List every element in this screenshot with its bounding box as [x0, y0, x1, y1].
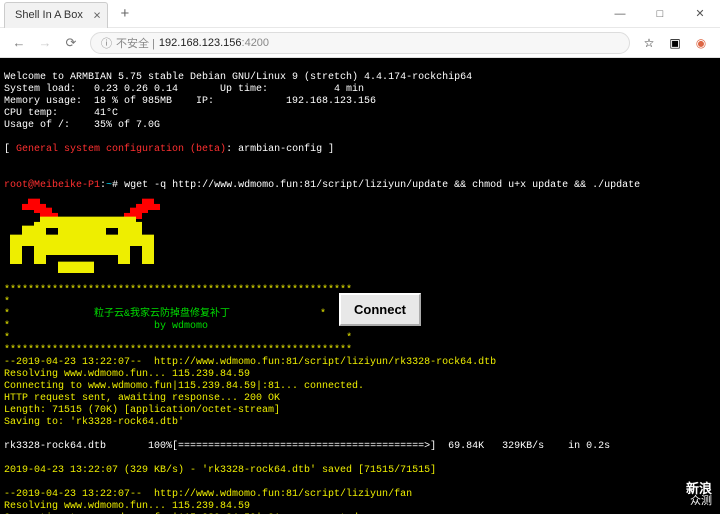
banner-stars: ****************************************… — [4, 285, 352, 296]
browser-tab[interactable]: Shell In A Box × — [4, 2, 108, 28]
watermark: 新浪 众测 — [686, 482, 712, 508]
window-controls: — □ ✕ — [600, 0, 720, 27]
maximize-button[interactable]: □ — [640, 0, 680, 27]
wget-url-1: --2019-04-23 13:22:07-- http://www.wdmom… — [4, 357, 496, 368]
wget-saving-1: Saving to: 'rk3328-rock64.dtb' — [4, 417, 184, 428]
gsc-title: General system configuration (beta) — [16, 144, 226, 155]
banner-star: * — [4, 297, 10, 308]
banner-stars-end: ****************************************… — [4, 345, 352, 356]
motd-memory: Memory usage: 18 % of 985MB IP: 192.168.… — [4, 96, 376, 107]
bookmark-icon[interactable]: ☆ — [639, 33, 659, 53]
terminal[interactable]: Welcome to ARMBIAN 5.75 stable Debian GN… — [0, 58, 720, 514]
chrome-profile-icon[interactable]: ◉ — [691, 33, 711, 53]
progress-bar: ========================================… — [178, 441, 430, 452]
address-bar: ← → ⟳ ⓘ 不安全 | 192.168.123.156 :4200 ☆ ▣ … — [0, 28, 720, 58]
wget-resolve-1: Resolving www.wdmomo.fun... 115.239.84.5… — [4, 369, 250, 380]
wget-url-2: --2019-04-23 13:22:07-- http://www.wdmom… — [4, 489, 412, 500]
wget-done-1: 2019-04-23 13:22:07 (329 KB/s) - 'rk3328… — [4, 465, 436, 476]
back-button[interactable]: ← — [6, 30, 32, 56]
extension-icon[interactable]: ▣ — [665, 33, 685, 53]
insecure-icon: ⓘ — [101, 35, 112, 51]
progress-stats: ] 69.84K 329KB/s in 0.2s — [430, 441, 610, 452]
motd-diskuse: Usage of /: 35% of 7.0G — [4, 120, 160, 131]
progress-name: rk3328-rock64.dtb 100%[ — [4, 441, 178, 452]
url-field[interactable]: ⓘ 不安全 | 192.168.123.156 :4200 — [90, 32, 630, 54]
wget-resolve-2: Resolving www.wdmomo.fun... 115.239.84.5… — [4, 501, 250, 512]
insecure-label: 不安全 | — [116, 35, 155, 51]
motd-cputemp: CPU temp: 41°C — [4, 108, 118, 119]
wget-length-1: Length: 71515 (70K) [application/octet-s… — [4, 405, 280, 416]
watermark-line1: 新浪 — [686, 482, 712, 495]
ascii-art: ▄██▄ ▄██▄ ▀██▄ ▄██▀ ▄████████████████▄ █… — [4, 192, 716, 273]
tab-title: Shell In A Box — [15, 9, 83, 21]
close-window-button[interactable]: ✕ — [680, 0, 720, 27]
patch-author: by wdmomo — [10, 321, 208, 332]
gsc-bracket-open: [ — [4, 144, 16, 155]
connect-button[interactable]: Connect — [339, 293, 421, 326]
patch-title: 粒子云&我家云防掉盘修复补丁 — [10, 309, 230, 320]
prompt-hash: # — [112, 180, 124, 191]
gsc-rest: : armbian-config ] — [226, 144, 334, 155]
close-icon[interactable]: × — [93, 8, 101, 23]
motd-welcome: Welcome to ARMBIAN 5.75 stable Debian GN… — [4, 72, 472, 83]
new-tab-button[interactable]: + — [114, 3, 136, 25]
minimize-button[interactable]: — — [600, 0, 640, 27]
url-port: :4200 — [242, 37, 270, 49]
reload-button[interactable]: ⟳ — [58, 30, 84, 56]
motd-sysload: System load: 0.23 0.26 0.14 Up time: 4 m… — [4, 84, 364, 95]
forward-button[interactable]: → — [32, 30, 58, 56]
prompt-user: root@Meibeike-P1 — [4, 180, 100, 191]
command-line: wget -q http://www.wdmomo.fun:81/script/… — [124, 180, 640, 191]
window-titlebar: Shell In A Box × + — □ ✕ — [0, 0, 720, 28]
watermark-line2: 众测 — [686, 495, 712, 508]
wget-http-1: HTTP request sent, awaiting response... … — [4, 393, 280, 404]
url-host: 192.168.123.156 — [159, 37, 242, 49]
wget-connect-1: Connecting to www.wdmomo.fun|115.239.84.… — [4, 381, 364, 392]
